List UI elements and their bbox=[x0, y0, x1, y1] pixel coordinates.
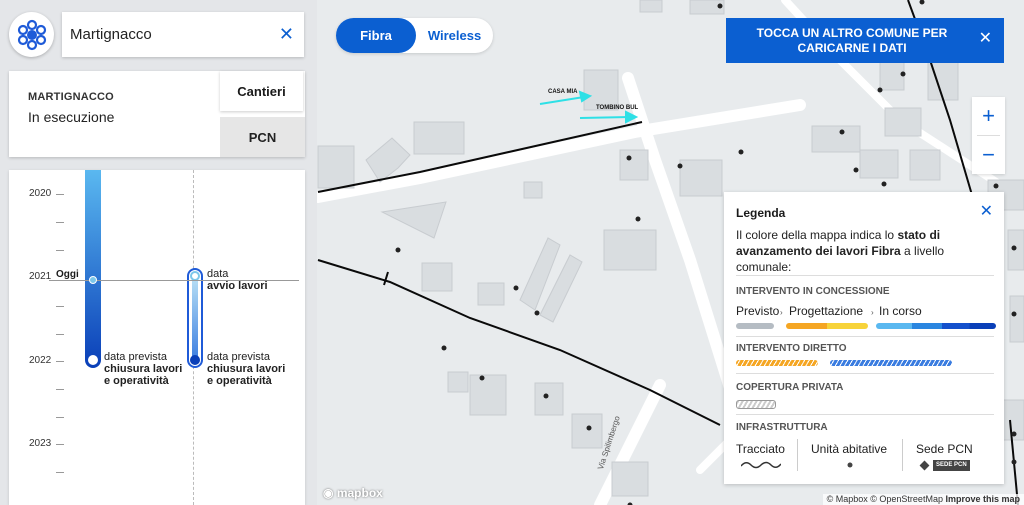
zoom-out-button[interactable]: − bbox=[972, 136, 1005, 174]
legend-panel: Legenda ✕ Il colore della mappa indica l… bbox=[724, 192, 1004, 484]
close-icon[interactable]: ✕ bbox=[979, 31, 992, 47]
legend-step-previsto: Previsto bbox=[736, 304, 780, 318]
year-label: 2021 bbox=[29, 271, 52, 282]
attribution-improve[interactable]: Improve this map bbox=[945, 494, 1020, 504]
dot-icon bbox=[847, 462, 853, 468]
toggle-wireless[interactable]: Wireless bbox=[416, 18, 493, 53]
legend-bar-progettazione bbox=[786, 323, 868, 329]
app-logo[interactable] bbox=[9, 12, 54, 57]
year-tick bbox=[56, 472, 64, 473]
left-panel: ✕ MARTIGNACCO In esecuzione Cantieri PCN… bbox=[0, 0, 317, 505]
chevron-right-icon: › bbox=[780, 308, 783, 317]
notice-banner: TOCCA UN ALTRO COMUNE PER CARICARNE I DA… bbox=[726, 18, 1004, 63]
notice-line1: TOCCA UN ALTRO COMUNE PER bbox=[756, 26, 948, 40]
zoom-control: + − bbox=[972, 97, 1005, 174]
timeline-label-b-start: data avvio lavori bbox=[207, 268, 268, 292]
year-tick bbox=[56, 250, 64, 251]
today-label: Oggi bbox=[56, 269, 79, 280]
close-icon[interactable]: ✕ bbox=[279, 24, 294, 45]
notice-line2: CARICARNE I DATI bbox=[797, 41, 907, 55]
legend-infra-unita: Unità abitative bbox=[811, 442, 888, 456]
network-type-toggle: Fibra Wireless bbox=[336, 18, 493, 53]
legend-bar-diretto-prog bbox=[736, 360, 818, 366]
legend-bar-privata bbox=[736, 400, 776, 409]
close-icon[interactable]: ✕ bbox=[980, 201, 993, 221]
year-tick bbox=[56, 361, 64, 362]
year-tick bbox=[56, 389, 64, 390]
year-label: 2023 bbox=[29, 438, 52, 449]
chevron-right-icon: › bbox=[871, 308, 874, 317]
timeline-label-b-end: data prevista chiusura lavori e operativ… bbox=[207, 351, 286, 387]
legend-section-concessione: INTERVENTO IN CONCESSIONE bbox=[736, 286, 890, 297]
tab-cantieri[interactable]: Cantieri bbox=[220, 71, 303, 111]
legend-section-privata: COPERTURA PRIVATA bbox=[736, 382, 844, 393]
network-logo-icon bbox=[17, 19, 46, 50]
year-tick bbox=[56, 306, 64, 307]
map-label-casa: CASA MIA bbox=[548, 89, 578, 95]
comune-info-card: MARTIGNACCO In esecuzione Cantieri PCN bbox=[9, 71, 305, 157]
year-label: 2020 bbox=[29, 188, 52, 199]
divider bbox=[736, 336, 994, 337]
zoom-in-button[interactable]: + bbox=[972, 97, 1005, 135]
timeline-bar-concessione[interactable] bbox=[85, 170, 101, 368]
divider bbox=[736, 275, 994, 276]
map-label-tombino: TOMBINO BUL bbox=[596, 105, 639, 111]
legend-description: Il colore della mappa indica lo stato di… bbox=[736, 228, 945, 274]
divider bbox=[736, 373, 994, 374]
legend-infra-tracciato: Tracciato bbox=[736, 442, 785, 456]
tab-pcn[interactable]: PCN bbox=[220, 117, 305, 157]
search-box: ✕ bbox=[62, 12, 304, 57]
attribution-mapbox[interactable]: © Mapbox bbox=[827, 494, 868, 504]
legend-section-infrastruttura: INFRASTRUTTURA bbox=[736, 422, 828, 433]
legend-step-in-corso: In corso bbox=[879, 304, 922, 318]
legend-step-progettazione: Progettazione bbox=[789, 304, 864, 318]
timeline-label-a: data prevista chiusura lavori e operativ… bbox=[104, 351, 183, 387]
map-attribution: © Mapbox © OpenStreetMap Improve this ma… bbox=[822, 494, 1024, 505]
legend-section-diretto: INTERVENTO DIRETTO bbox=[736, 343, 847, 354]
year-label: 2022 bbox=[29, 355, 52, 366]
year-tick bbox=[56, 417, 64, 418]
legend-bar-in-corso bbox=[876, 323, 996, 329]
year-tick bbox=[56, 334, 64, 335]
mapbox-logo[interactable]: ◉ mapbox bbox=[323, 486, 383, 500]
timeline-bar-diretto[interactable] bbox=[187, 268, 203, 368]
today-marker bbox=[89, 276, 97, 284]
legend-bar-previsto bbox=[736, 323, 774, 329]
divider bbox=[902, 439, 903, 471]
legend-infra-sede: Sede PCN bbox=[916, 442, 973, 456]
year-tick bbox=[56, 194, 64, 195]
legend-bar-diretto-corso bbox=[830, 360, 952, 366]
mapbox-icon: ◉ bbox=[323, 486, 334, 500]
sede-pcn-badge: SEDE PCN bbox=[933, 460, 970, 471]
divider bbox=[736, 414, 994, 415]
comune-search-input[interactable] bbox=[70, 26, 279, 43]
comune-status: In esecuzione bbox=[28, 109, 115, 125]
diamond-icon bbox=[919, 460, 930, 471]
attribution-osm[interactable]: © OpenStreetMap bbox=[870, 494, 943, 504]
year-tick bbox=[56, 444, 64, 445]
timeline-end-marker bbox=[88, 355, 98, 365]
divider bbox=[797, 439, 798, 471]
timeline-panel[interactable]: 2020 2021 2022 2023 Oggi data prevista c… bbox=[9, 170, 305, 505]
timeline-end-marker bbox=[190, 355, 200, 365]
wave-line-icon bbox=[741, 461, 781, 469]
toggle-fibra[interactable]: Fibra bbox=[336, 18, 416, 53]
legend-title: Legenda bbox=[736, 206, 786, 220]
comune-name: MARTIGNACCO bbox=[28, 91, 114, 103]
year-tick bbox=[56, 222, 64, 223]
